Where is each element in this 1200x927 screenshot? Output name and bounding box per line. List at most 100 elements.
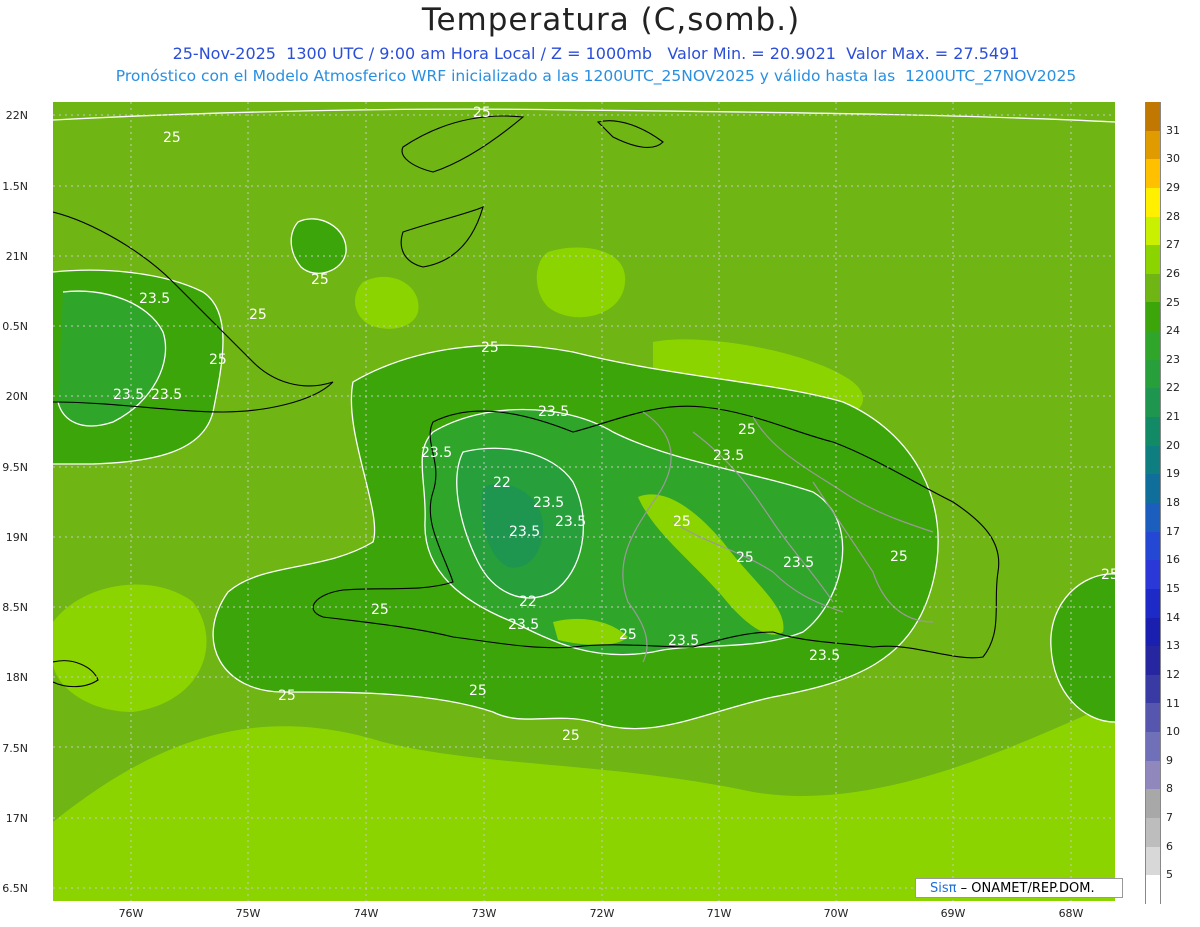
colorbar-label: 17 bbox=[1166, 524, 1180, 538]
colorbar-swatch bbox=[1145, 560, 1161, 589]
contour-label: 25 bbox=[890, 549, 908, 565]
credit-text: – ONAMET/REP.DOM. bbox=[960, 881, 1095, 896]
colorbar-label: 13 bbox=[1166, 639, 1180, 653]
coast-gran-inagua bbox=[400, 205, 484, 268]
colorbar-label: 18 bbox=[1166, 496, 1180, 509]
contour-label: 25 bbox=[163, 130, 181, 146]
colorbar-label: 9 bbox=[1166, 753, 1173, 767]
colorbar-swatch bbox=[1145, 102, 1161, 131]
lat-label: 20N bbox=[5, 390, 28, 403]
colorbar-swatch bbox=[1145, 216, 1161, 246]
lat-label: 1.5N bbox=[2, 180, 28, 193]
contour-label: 25 bbox=[469, 683, 487, 699]
sispi-logo: Sisπ bbox=[930, 881, 957, 896]
colorbar-swatch bbox=[1145, 331, 1161, 360]
colorbar-label: 23 bbox=[1166, 352, 1180, 366]
colorbar-swatch bbox=[1145, 159, 1161, 188]
lon-label: 69W bbox=[940, 907, 966, 920]
colorbar-swatch bbox=[1145, 302, 1161, 332]
colorbar-swatch bbox=[1145, 130, 1161, 160]
colorbar-label: 15 bbox=[1166, 581, 1180, 595]
contour-label: 23.5 bbox=[151, 387, 182, 403]
colorbar-label: 12 bbox=[1166, 667, 1180, 681]
contour-label: 23.5 bbox=[113, 387, 144, 403]
colorbar-swatch bbox=[1145, 474, 1161, 503]
colorbar-label: 31 bbox=[1166, 123, 1180, 137]
colorbar-swatch bbox=[1145, 818, 1161, 847]
lat-label: 6.5N bbox=[2, 882, 28, 895]
contour-label: 23.5 bbox=[668, 633, 699, 649]
colorbar-label: 7 bbox=[1166, 811, 1173, 825]
colorbar-label: 29 bbox=[1166, 180, 1180, 194]
colorbar-swatch bbox=[1145, 732, 1161, 761]
contour-label: 23.5 bbox=[508, 617, 539, 633]
colorbar-swatch bbox=[1145, 531, 1161, 561]
lon-label: 71W bbox=[706, 907, 732, 920]
colorbar-swatch bbox=[1145, 588, 1161, 618]
chart-title: Temperatura (C,somb.) bbox=[421, 2, 801, 38]
colorbar-swatch bbox=[1145, 703, 1161, 733]
contour-label: 22 bbox=[519, 594, 537, 610]
colorbar-label: 21 bbox=[1166, 410, 1180, 424]
colorbar-label: 22 bbox=[1166, 381, 1180, 395]
colorbar-label: 10 bbox=[1166, 725, 1180, 739]
contour-label: 23.5 bbox=[783, 555, 814, 571]
shade-24-pr bbox=[1050, 573, 1115, 722]
contour-label: 25 bbox=[736, 550, 754, 566]
contour-label: 25 bbox=[738, 422, 756, 438]
lat-label: 19N bbox=[5, 531, 28, 544]
lon-label: 68W bbox=[1058, 907, 1084, 920]
subtitle-valid-time: 25-Nov-2025 1300 UTC / 9:00 am Hora Loca… bbox=[172, 44, 1020, 63]
contour-label: 25 bbox=[209, 352, 227, 368]
colorbar-swatch bbox=[1145, 789, 1161, 819]
colorbar-swatch bbox=[1145, 875, 1161, 904]
shade-26-ne bbox=[536, 247, 626, 318]
colorbar-label: 30 bbox=[1166, 152, 1180, 166]
contour-label: 23.5 bbox=[421, 445, 452, 461]
contour-label: 25 bbox=[619, 627, 637, 643]
colorbar-label: 8 bbox=[1166, 782, 1173, 796]
contour-label: 25 bbox=[371, 602, 389, 618]
contour-label: 25 bbox=[673, 514, 691, 530]
colorbar-label: 25 bbox=[1166, 295, 1180, 309]
colorbar-label: 19 bbox=[1166, 467, 1180, 481]
colorbar-swatch bbox=[1145, 359, 1161, 389]
lat-label: 17N bbox=[5, 812, 28, 825]
lat-label: 9.5N bbox=[2, 461, 28, 474]
credit-box: Sisπ – ONAMET/REP.DOM. bbox=[915, 878, 1123, 898]
contour-label: 23.5 bbox=[555, 514, 586, 530]
colorbar-swatch bbox=[1145, 760, 1161, 790]
colorbar-label: 11 bbox=[1166, 696, 1180, 710]
contour-label: 25 bbox=[1101, 567, 1115, 583]
contour-label: 25 bbox=[311, 272, 329, 288]
lat-label: 0.5N bbox=[2, 320, 28, 333]
colorbar bbox=[1145, 102, 1161, 904]
contour-label: 23.5 bbox=[533, 495, 564, 511]
lat-label: 21N bbox=[5, 250, 28, 263]
contour-label: 25 bbox=[473, 105, 491, 121]
contour-label: 25 bbox=[481, 340, 499, 356]
temperature-map: 25 25 25 23.5 25 25 23.5 23.5 25 23.5 23… bbox=[53, 102, 1115, 901]
lat-label: 7.5N bbox=[2, 742, 28, 755]
colorbar-label: 20 bbox=[1166, 438, 1180, 452]
colorbar-label: 24 bbox=[1166, 324, 1180, 338]
shade-26-west bbox=[53, 584, 207, 712]
colorbar-label: 16 bbox=[1166, 553, 1180, 567]
lon-label: 75W bbox=[235, 907, 261, 920]
coast-inagua bbox=[401, 115, 525, 173]
contour-label: 23.5 bbox=[809, 648, 840, 664]
colorbar-swatch bbox=[1145, 187, 1161, 217]
lat-label: 8.5N bbox=[2, 601, 28, 614]
colorbar-label: 26 bbox=[1166, 266, 1180, 280]
colorbar-swatch bbox=[1145, 273, 1161, 303]
colorbar-swatch bbox=[1145, 388, 1161, 418]
colorbar-label: 5 bbox=[1166, 868, 1173, 882]
colorbar-label: 27 bbox=[1166, 238, 1180, 252]
lon-label: 76W bbox=[118, 907, 144, 920]
contour-label: 23.5 bbox=[509, 524, 540, 540]
subtitle-model-run: Pronóstico con el Modelo Atmosferico WRF… bbox=[115, 67, 1077, 85]
contour-label: 22 bbox=[493, 475, 511, 491]
colorbar-label: 14 bbox=[1166, 610, 1180, 624]
coast-caicos bbox=[596, 120, 664, 148]
colorbar-label: 28 bbox=[1166, 209, 1180, 223]
